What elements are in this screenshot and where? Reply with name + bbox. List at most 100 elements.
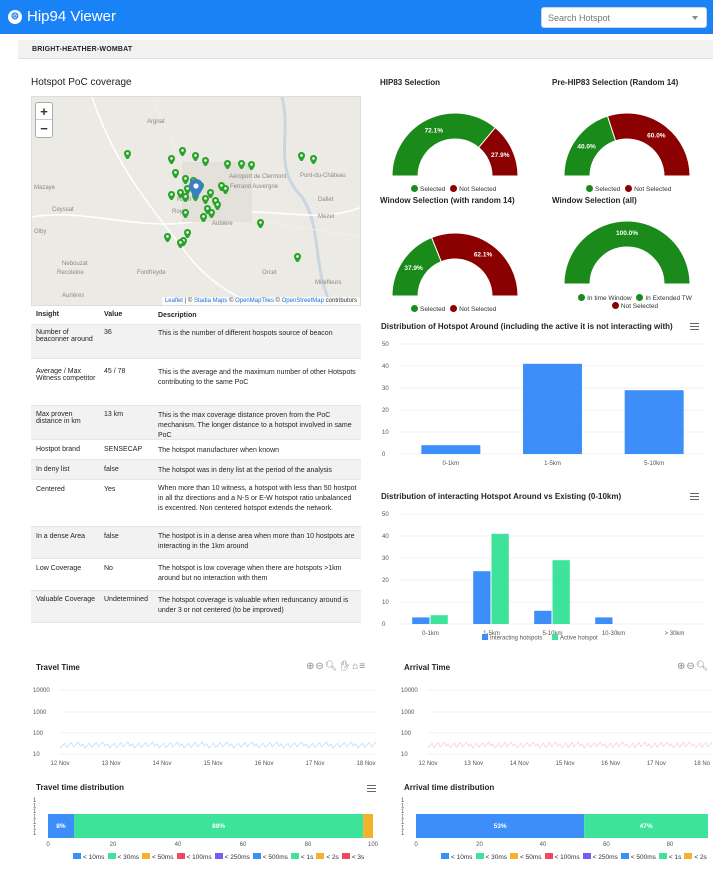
hotspot-search[interactable] (541, 7, 707, 28)
legend-label[interactable]: < 10ms (83, 854, 105, 861)
map-marker-icon[interactable] (182, 193, 189, 202)
map-marker-dot (179, 241, 182, 244)
attribution-osm[interactable]: OpenStreetMap (282, 298, 324, 304)
x-tick-label: 100 (368, 842, 378, 848)
x-tick-label: 0 (46, 842, 50, 848)
gauge-legend: Selected Not Selected (586, 185, 671, 193)
map-marker-icon[interactable] (310, 155, 317, 164)
x-tick-label: 10-30km (602, 631, 625, 637)
map-marker-icon[interactable] (214, 201, 221, 210)
map-marker-icon[interactable] (248, 161, 255, 170)
pan-icon[interactable]: ✋︎ (338, 661, 352, 672)
map-marker-icon[interactable] (124, 150, 131, 159)
map-marker-dot (126, 152, 129, 155)
zoom-in-icon[interactable]: ⊕ (306, 661, 315, 672)
table-header: Insight (36, 311, 59, 318)
place-label: Orcet (262, 270, 277, 276)
map-marker-icon[interactable] (238, 160, 245, 169)
current-hotspot-marker-icon[interactable] (189, 179, 203, 199)
attribution-leaflet[interactable]: Leaflet (165, 298, 183, 304)
legend-label[interactable]: < 30ms (486, 854, 508, 861)
menu-icon[interactable] (690, 493, 699, 500)
chart-toolbar: ⊕⊖🔍︎✋︎⌂≡ (306, 661, 366, 672)
legend-label[interactable]: < 1s (669, 854, 681, 861)
y-tick-label: 0 (382, 622, 386, 628)
legend-label[interactable]: < 500ms (631, 854, 656, 861)
legend-label[interactable]: < 250ms (225, 854, 250, 861)
map-marker-icon[interactable] (222, 185, 229, 194)
chevron-down-icon[interactable] (692, 16, 698, 20)
map-marker-icon[interactable] (182, 175, 189, 184)
magnify-icon[interactable]: 🔍︎ (325, 661, 339, 672)
map-marker-icon[interactable] (257, 219, 264, 228)
x-tick-label: 80 (667, 842, 674, 848)
legend-label[interactable]: < 100ms (187, 854, 212, 861)
gauge-slice-label: 100.0% (616, 230, 638, 237)
place-label: Aéroport de Clermont (229, 174, 287, 180)
zoom-in-icon[interactable]: ⊕ (677, 661, 686, 672)
gauge-slice-label: 37.9% (404, 265, 423, 272)
x-tick-label: 0-1km (422, 631, 439, 637)
y-tick-label: 50 (382, 342, 389, 348)
legend-label[interactable]: < 1s (301, 854, 313, 861)
menu-icon[interactable]: ≡ (359, 661, 366, 672)
x-tick-label: 14 Nov (510, 761, 529, 767)
row-value: 45 / 78 (104, 368, 126, 375)
gauge-slice (606, 112, 691, 177)
legend-label[interactable]: < 50ms (152, 854, 174, 861)
map-marker-icon[interactable] (179, 147, 186, 156)
app-title[interactable]: Hip94 Viewer (27, 8, 116, 25)
legend-label[interactable]: < 50ms (520, 854, 542, 861)
legend-label[interactable]: < 30ms (118, 854, 140, 861)
map-marker-dot (184, 211, 187, 214)
bar-segment-label: 53% (494, 823, 507, 830)
zoom-out-icon[interactable]: ⊖ (315, 661, 324, 672)
map-marker-icon[interactable] (202, 157, 209, 166)
attribution-omt[interactable]: OpenMapTiles (235, 298, 274, 304)
attribution-stadia[interactable]: Stadia Maps (194, 298, 227, 304)
menu-icon[interactable] (690, 323, 699, 330)
legend-label: Selected (595, 186, 621, 193)
legend-label[interactable]: < 100ms (555, 854, 580, 861)
map-marker-icon[interactable] (298, 152, 305, 161)
legend-swatch (544, 853, 553, 859)
legend-label[interactable]: < 2s (326, 854, 338, 861)
map-marker-icon[interactable] (172, 169, 179, 178)
x-tick-label: 17 Nov (305, 761, 324, 767)
coverage-map[interactable]: + − Argnat Pont-du-Château Aéroport de C… (31, 96, 361, 306)
map-marker-icon[interactable] (192, 152, 199, 161)
place-label: Ceyssat (52, 207, 74, 213)
legend-label[interactable]: < 10ms (451, 854, 473, 861)
map-marker-icon[interactable] (177, 239, 184, 248)
map-marker-icon[interactable] (224, 160, 231, 169)
map-marker-icon[interactable] (168, 155, 175, 164)
bar (473, 571, 491, 624)
y-tick-label: 100 (401, 731, 412, 737)
map-marker-icon[interactable] (182, 209, 189, 218)
map-marker-icon[interactable] (294, 253, 301, 262)
zoom-out-icon[interactable]: ⊖ (686, 661, 695, 672)
map-marker-icon[interactable] (164, 233, 171, 242)
place-label: Dallet (318, 197, 334, 203)
legend-label[interactable]: < 500ms (263, 854, 288, 861)
search-input[interactable] (542, 8, 682, 27)
legend-swatch (482, 634, 488, 640)
legend-label[interactable]: < 3s (352, 854, 364, 861)
x-tick-label: 40 (540, 842, 547, 848)
legend-label[interactable]: < 250ms (593, 854, 618, 861)
map-marker-icon[interactable] (200, 213, 207, 222)
legend-swatch (411, 185, 418, 192)
magnify-icon[interactable]: 🔍︎ (696, 661, 710, 672)
zoom-in-button[interactable]: + (36, 103, 52, 120)
legend-swatch (636, 294, 644, 301)
menu-icon[interactable] (367, 785, 376, 792)
travel-time-distribution-chart: 11111110 20 40 60 80 1008% 89% (33, 798, 378, 848)
x-tick-label: 20 (476, 842, 483, 848)
zoom-out-button[interactable]: − (36, 120, 52, 137)
map-marker-icon[interactable] (208, 209, 215, 218)
legend-swatch (582, 853, 591, 859)
table-row: Centered Yes When more than 10 witness, … (31, 480, 361, 527)
legend-label[interactable]: < 2s (694, 854, 706, 861)
map-marker-icon[interactable] (168, 191, 175, 200)
map-marker-dot (174, 171, 177, 174)
